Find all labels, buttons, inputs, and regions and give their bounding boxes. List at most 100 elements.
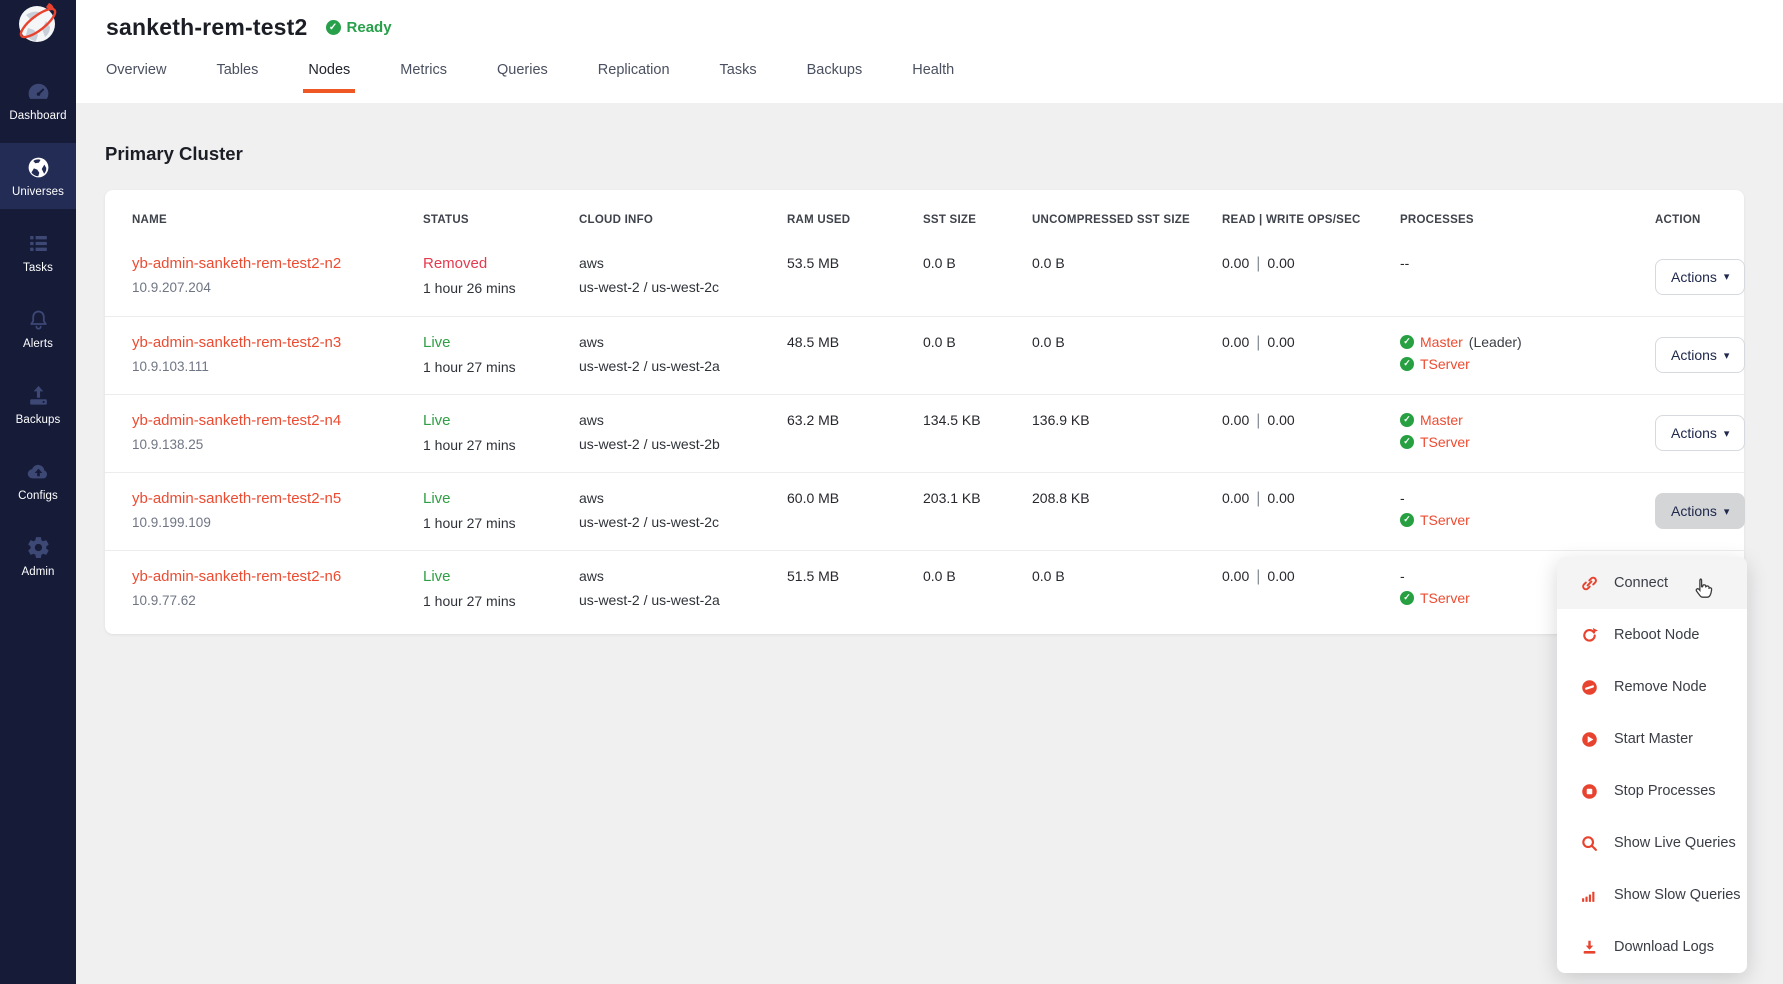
ram-used-value: 63.2 MB (787, 412, 839, 428)
caret-down-icon (1724, 349, 1730, 362)
tab-queries[interactable]: Queries (497, 62, 548, 93)
menu-item-stop-processes[interactable]: Stop Processes (1557, 765, 1747, 817)
actions-button-label: Actions (1671, 347, 1717, 363)
menu-item-remove-node[interactable]: Remove Node (1557, 661, 1747, 713)
node-ip: 10.9.207.204 (132, 280, 423, 295)
tab-backups[interactable]: Backups (807, 62, 863, 93)
tab-nodes[interactable]: Nodes (308, 62, 350, 93)
process-line: TServer (1400, 434, 1655, 450)
uncompressed-sst-value: 208.8 KB (1032, 490, 1090, 506)
cloud-info-cell: awsus-west-2 / us-west-2c (579, 238, 787, 316)
read-write-ops-cell: 0.00 0.00 (1222, 472, 1400, 550)
write-ops-value: 0.00 (1267, 490, 1294, 506)
sidebar-item-backups[interactable]: Backups (0, 371, 76, 437)
sidebar-item-configs[interactable]: Configs (0, 447, 76, 513)
ram-used-value: 60.0 MB (787, 490, 839, 506)
menu-item-label: Start Master (1614, 731, 1693, 747)
action-cell: Actions (1655, 316, 1744, 394)
sidebar-item-dashboard[interactable]: Dashboard (0, 67, 76, 133)
node-status-cell: Removed 1 hour 26 mins (423, 238, 579, 316)
node-name-link[interactable]: yb-admin-sanketh-rem-test2-n4 (132, 412, 341, 429)
node-row: yb-admin-sanketh-rem-test2-n2 10.9.207.20… (105, 238, 1744, 316)
processes-cell: -- (1400, 238, 1655, 316)
node-ip: 10.9.199.109 (132, 515, 423, 530)
node-status: Live (423, 490, 579, 507)
uncompressed-sst-value: 0.0 B (1032, 568, 1065, 584)
check-circle-icon (1400, 413, 1414, 427)
universe-title: sanketh-rem-test2 (106, 14, 308, 41)
actions-button[interactable]: Actions (1655, 493, 1745, 529)
write-ops-value: 0.00 (1267, 568, 1294, 584)
column-header-action: ACTION (1655, 190, 1744, 238)
caret-down-icon (1724, 270, 1730, 283)
ram-used-cell: 53.5 MB (787, 238, 923, 316)
node-name-cell: yb-admin-sanketh-rem-test2-n4 10.9.138.25 (105, 394, 423, 472)
process-name: -- (1400, 255, 1409, 271)
node-status: Live (423, 412, 579, 429)
backups-upload-icon (26, 383, 51, 409)
menu-item-show-live-queries[interactable]: Show Live Queries (1557, 817, 1747, 869)
read-write-ops-cell: 0.000.00 (1222, 394, 1400, 472)
sidebar-item-label: Backups (16, 414, 61, 426)
sidebar-item-alerts[interactable]: Alerts (0, 295, 76, 361)
table-header-row: NAMESTATUSCLOUD INFORAM USEDSST SIZEUNCO… (105, 190, 1744, 238)
tab-overview[interactable]: Overview (106, 62, 166, 93)
check-circle-icon (1400, 513, 1414, 527)
actions-button[interactable]: Actions (1655, 337, 1745, 373)
actions-button-label: Actions (1671, 503, 1717, 519)
sidebar-item-universes[interactable]: Universes (0, 143, 76, 209)
process-role-suffix: (Leader) (1469, 334, 1522, 350)
menu-item-show-slow-queries[interactable]: Show Slow Queries (1557, 869, 1747, 921)
sidebar-nav: Dashboard Universes Tasks Alerts Backups Conf… (0, 67, 76, 589)
actions-button[interactable]: Actions (1655, 415, 1745, 451)
cloud-provider: aws (579, 412, 787, 428)
yugabyte-logo-icon[interactable] (16, 1, 60, 45)
check-circle-icon (1400, 435, 1414, 449)
process-line: Master (1400, 412, 1655, 428)
sst-size-value: 134.5 KB (923, 412, 981, 428)
tasks-list-icon (26, 231, 51, 257)
sidebar-item-tasks[interactable]: Tasks (0, 219, 76, 285)
caret-down-icon (1724, 427, 1730, 440)
sst-size-cell: 134.5 KB (923, 394, 1032, 472)
node-row: yb-admin-sanketh-rem-test2-n4 10.9.138.25… (105, 394, 1744, 472)
read-ops-value: 0.00 (1222, 334, 1249, 350)
node-name-link[interactable]: yb-admin-sanketh-rem-test2-n2 (132, 255, 341, 272)
bar-chart-icon (1579, 885, 1599, 905)
process-line: -- (1400, 255, 1655, 271)
ops-divider (1256, 490, 1260, 507)
action-cell: Actions (1655, 472, 1744, 550)
process-name: - (1400, 490, 1405, 506)
sst-size-value: 0.0 B (923, 334, 956, 350)
universe-status-badge: Ready (326, 19, 392, 36)
tab-replication[interactable]: Replication (598, 62, 670, 93)
tab-health[interactable]: Health (912, 62, 954, 93)
read-ops-value: 0.00 (1222, 255, 1249, 271)
tab-tables[interactable]: Tables (216, 62, 258, 93)
actions-button[interactable]: Actions (1655, 259, 1745, 295)
menu-item-connect[interactable]: Connect (1557, 557, 1747, 609)
uncompressed-sst-cell: 0.0 B (1032, 316, 1222, 394)
process-name: TServer (1420, 356, 1470, 372)
cloud-provider: aws (579, 490, 787, 506)
node-uptime: 1 hour 26 mins (423, 280, 579, 296)
process-name: TServer (1420, 434, 1470, 450)
sidebar-item-admin[interactable]: Admin (0, 523, 76, 589)
column-header-uncompressed-sst-size: UNCOMPRESSED SST SIZE (1032, 190, 1222, 238)
node-status: Removed (423, 255, 579, 272)
node-name-link[interactable]: yb-admin-sanketh-rem-test2-n6 (132, 568, 341, 585)
node-name-link[interactable]: yb-admin-sanketh-rem-test2-n3 (132, 334, 341, 351)
node-name-link[interactable]: yb-admin-sanketh-rem-test2-n5 (132, 490, 341, 507)
tab-tasks[interactable]: Tasks (720, 62, 757, 93)
read-ops-value: 0.00 (1222, 490, 1249, 506)
section-title: Primary Cluster (105, 103, 1783, 165)
node-ip: 10.9.138.25 (132, 437, 423, 452)
tab-metrics[interactable]: Metrics (400, 62, 447, 93)
menu-item-download-logs[interactable]: Download Logs (1557, 921, 1747, 973)
check-circle-icon (1400, 335, 1414, 349)
menu-item-start-master[interactable]: Start Master (1557, 713, 1747, 765)
process-line: TServer (1400, 356, 1655, 372)
title-row: sanketh-rem-test2 Ready (106, 7, 1783, 47)
menu-item-reboot-node[interactable]: Reboot Node (1557, 609, 1747, 661)
process-name: - (1400, 568, 1405, 584)
